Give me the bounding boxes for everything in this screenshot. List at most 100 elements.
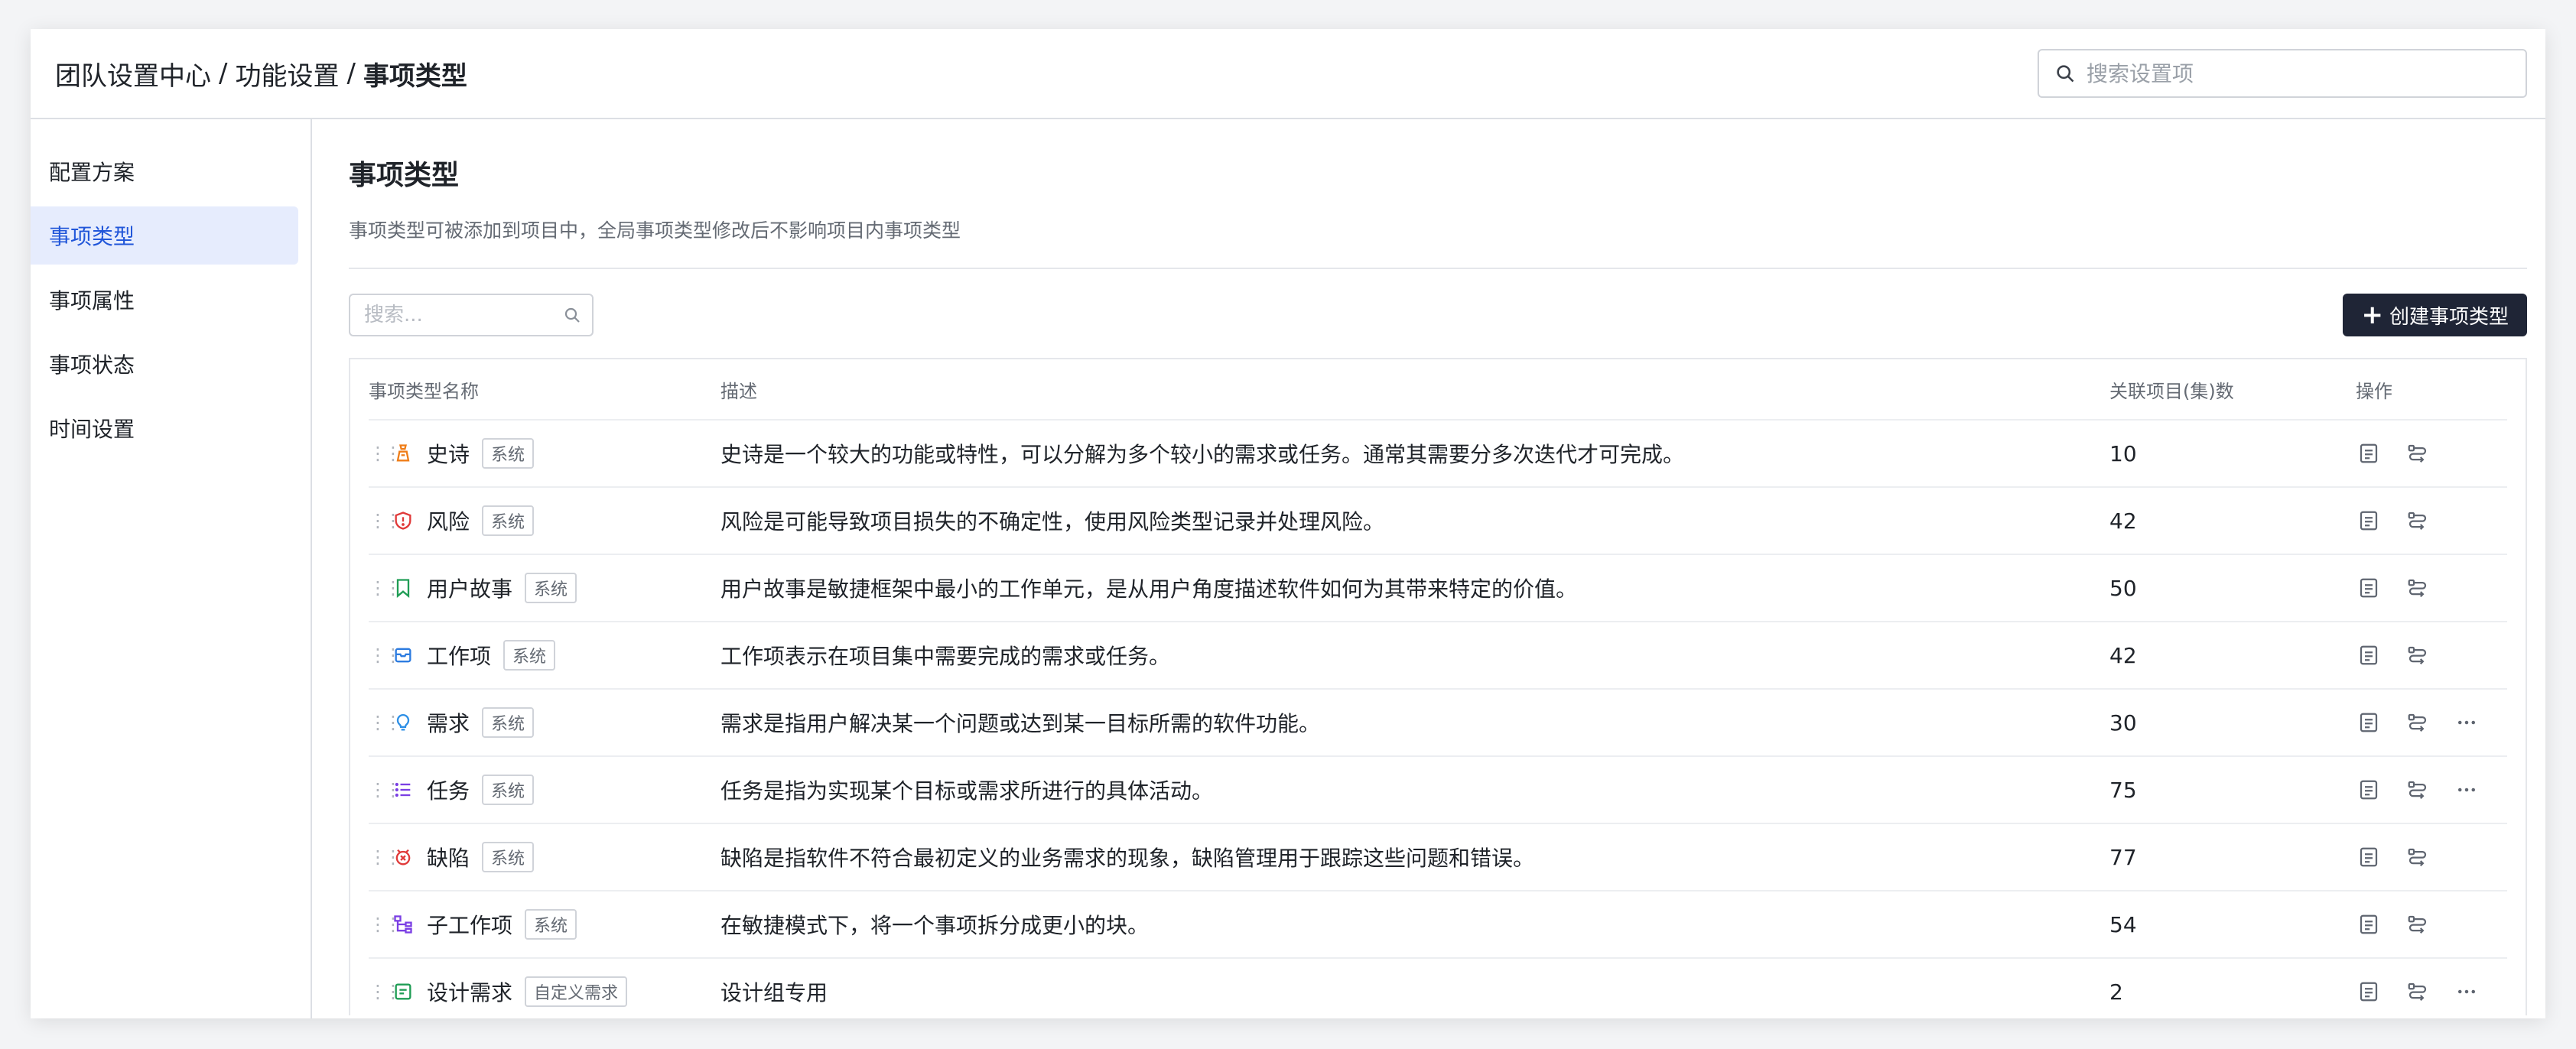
workflow-icon[interactable] <box>2405 508 2431 534</box>
risk-icon <box>392 509 415 532</box>
requirement-icon <box>392 711 415 734</box>
cell-description: 风险是可能导致项目损失的不确定性，使用风险类型记录并处理风险。 <box>720 509 1385 534</box>
type-badge: 系统 <box>525 909 577 940</box>
sidebar-item-config-scheme[interactable]: 配置方案 <box>31 142 298 200</box>
drag-handle-icon[interactable]: ⋮⋮ <box>369 914 402 935</box>
type-name[interactable]: 缺陷 <box>427 842 470 872</box>
drag-handle-icon[interactable]: ⋮⋮ <box>369 510 402 531</box>
type-name[interactable]: 用户故事 <box>427 573 512 603</box>
drag-handle-icon[interactable]: ⋮⋮ <box>369 712 402 733</box>
type-name[interactable]: 风险 <box>427 505 470 536</box>
edit-icon[interactable] <box>2356 777 2382 803</box>
table-row[interactable]: ⋮⋮ 缺陷 系统 缺陷是指软件不符合最初定义的业务需求的现象，缺陷管理用于跟踪这… <box>369 824 2507 891</box>
edit-icon[interactable] <box>2356 508 2382 534</box>
settings-search-box[interactable] <box>2038 49 2527 98</box>
cell-count: 54 <box>2109 911 2137 937</box>
type-badge: 系统 <box>482 505 535 536</box>
table-row[interactable]: ⋮⋮ 子工作项 系统 在敏捷模式下，将一个事项拆分成更小的块。 54 <box>369 891 2507 959</box>
table-row[interactable]: ⋮⋮ 任务 系统 任务是指为实现某个目标或需求所进行的具体活动。 75 <box>369 757 2507 824</box>
table-search-input[interactable] <box>364 304 563 326</box>
cell-actions <box>2353 710 2507 736</box>
cell-actions <box>2353 844 2507 870</box>
settings-search-input[interactable] <box>2086 60 2510 86</box>
breadcrumb-feature-settings[interactable]: 功能设置 <box>235 55 339 93</box>
cell-name: ⋮⋮ 设计需求 自定义需求 <box>369 976 720 1007</box>
type-name[interactable]: 任务 <box>427 775 470 805</box>
sidebar-item-issue-status[interactable]: 事项状态 <box>31 335 298 393</box>
cell-name: ⋮⋮ 缺陷 系统 <box>369 842 720 872</box>
type-badge: 系统 <box>482 707 535 738</box>
breadcrumb-team-settings[interactable]: 团队设置中心 <box>55 55 211 93</box>
drag-handle-icon[interactable]: ⋮⋮ <box>369 846 402 868</box>
breadcrumb: 团队设置中心 / 功能设置 / 事项类型 <box>55 55 467 93</box>
more-icon[interactable] <box>2454 710 2480 736</box>
story-icon <box>392 576 415 599</box>
edit-icon[interactable] <box>2356 575 2382 601</box>
table-row[interactable]: ⋮⋮ 工作项 系统 工作项表示在项目集中需要完成的需求或任务。 42 <box>369 622 2507 690</box>
table-row[interactable]: ⋮⋮ 设计需求 自定义需求 设计组专用 2 <box>369 959 2507 1015</box>
workflow-icon[interactable] <box>2405 979 2431 1005</box>
edit-icon[interactable] <box>2356 710 2382 736</box>
table-row[interactable]: ⋮⋮ 史诗 系统 史诗是一个较大的功能或特性，可以分解为多个较小的需求或任务。通… <box>369 421 2507 488</box>
workflow-icon[interactable] <box>2405 777 2431 803</box>
main-content: 事项类型 事项类型可被添加到项目中，全局事项类型修改后不影响项目内事项类型 + … <box>312 119 2545 1018</box>
type-name[interactable]: 史诗 <box>427 438 470 469</box>
type-name[interactable]: 工作项 <box>427 640 491 671</box>
toolbar: + 创建事项类型 <box>349 294 2527 336</box>
type-badge: 系统 <box>482 842 535 872</box>
divider <box>349 268 2527 269</box>
more-icon[interactable] <box>2454 979 2480 1005</box>
workflow-icon[interactable] <box>2405 642 2431 668</box>
workflow-icon[interactable] <box>2405 710 2431 736</box>
drag-handle-icon[interactable]: ⋮⋮ <box>369 645 402 666</box>
settings-window: 团队设置中心 / 功能设置 / 事项类型 配置方案 事项类型 事项属性 事项状态… <box>31 29 2545 1018</box>
design-icon <box>392 980 415 1003</box>
cell-name: ⋮⋮ 风险 系统 <box>369 505 720 536</box>
edit-icon[interactable] <box>2356 844 2382 870</box>
cell-count: 30 <box>2109 710 2137 736</box>
drag-handle-icon[interactable]: ⋮⋮ <box>369 981 402 1002</box>
more-icon[interactable] <box>2454 777 2480 803</box>
type-name[interactable]: 设计需求 <box>427 976 512 1007</box>
type-badge: 系统 <box>503 640 556 671</box>
type-name[interactable]: 子工作项 <box>427 909 512 940</box>
workflow-icon[interactable] <box>2405 911 2431 937</box>
cell-description: 用户故事是敏捷框架中最小的工作单元，是从用户角度描述软件如何为其带来特定的价值。 <box>720 576 1578 602</box>
edit-icon[interactable] <box>2356 911 2382 937</box>
table-row[interactable]: ⋮⋮ 风险 系统 风险是可能导致项目损失的不确定性，使用风险类型记录并处理风险。… <box>369 488 2507 555</box>
drag-handle-icon[interactable]: ⋮⋮ <box>369 779 402 801</box>
type-name[interactable]: 需求 <box>427 707 470 738</box>
cell-name: ⋮⋮ 子工作项 系统 <box>369 909 720 940</box>
edit-icon[interactable] <box>2356 979 2382 1005</box>
workflow-icon[interactable] <box>2405 575 2431 601</box>
create-button-label: 创建事项类型 <box>2389 305 2509 329</box>
page-description: 事项类型可被添加到项目中，全局事项类型修改后不影响项目内事项类型 <box>349 219 961 242</box>
cell-actions <box>2353 642 2507 668</box>
cell-description: 在敏捷模式下，将一个事项拆分成更小的块。 <box>720 913 1150 938</box>
sidebar-item-label: 事项类型 <box>49 224 135 249</box>
page-title: 事项类型 <box>349 160 460 191</box>
sidebar-item-time-settings[interactable]: 时间设置 <box>31 399 298 457</box>
create-issue-type-button[interactable]: + 创建事项类型 <box>2343 294 2527 336</box>
workflow-icon[interactable] <box>2405 844 2431 870</box>
cell-description: 工作项表示在项目集中需要完成的需求或任务。 <box>720 644 1171 669</box>
type-badge: 系统 <box>482 775 535 805</box>
table-row[interactable]: ⋮⋮ 用户故事 系统 用户故事是敏捷框架中最小的工作单元，是从用户角度描述软件如… <box>369 555 2507 622</box>
drag-handle-icon[interactable]: ⋮⋮ <box>369 577 402 599</box>
edit-icon[interactable] <box>2356 440 2382 466</box>
table-search-box[interactable] <box>349 294 594 336</box>
column-header-name: 事项类型名称 <box>369 380 479 402</box>
cell-actions <box>2353 777 2507 803</box>
workflow-icon[interactable] <box>2405 440 2431 466</box>
drag-handle-icon[interactable]: ⋮⋮ <box>369 443 402 464</box>
cell-count: 42 <box>2109 642 2137 668</box>
edit-icon[interactable] <box>2356 642 2382 668</box>
type-badge: 系统 <box>525 573 577 603</box>
table-row[interactable]: ⋮⋮ 需求 系统 需求是指用户解决某一个问题或达到某一目标所需的软件功能。 30 <box>369 690 2507 757</box>
sidebar-item-issue-types[interactable]: 事项类型 <box>31 206 298 265</box>
type-badge: 系统 <box>482 438 535 469</box>
search-icon <box>564 307 580 323</box>
breadcrumb-separator: / <box>219 58 228 89</box>
sidebar-item-issue-fields[interactable]: 事项属性 <box>31 271 298 329</box>
plus-icon: + <box>2361 300 2383 330</box>
